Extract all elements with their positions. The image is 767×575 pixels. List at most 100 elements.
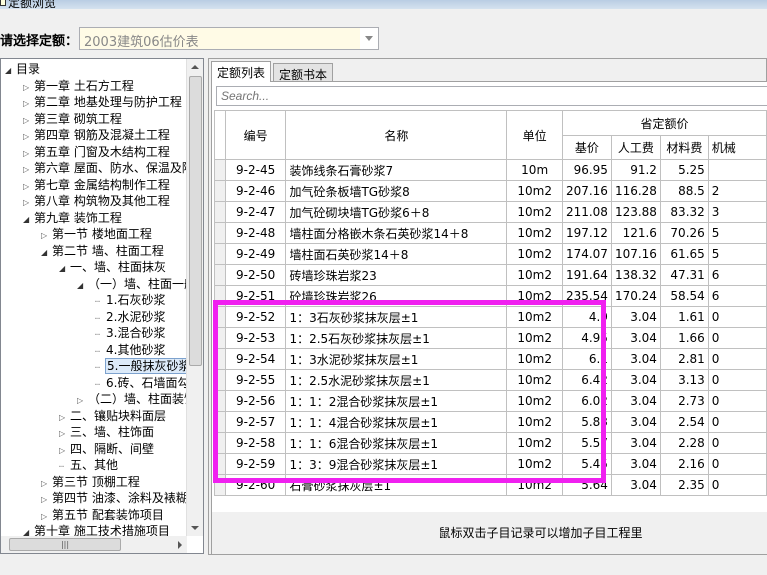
scroll-down-icon[interactable] (191, 526, 199, 530)
row-indicator[interactable] (214, 327, 226, 349)
expanded-triangle-icon[interactable]: ◢ (77, 278, 87, 294)
row-indicator[interactable] (214, 453, 226, 475)
tree-node[interactable]: ▷ 第五章 门窗及木结构工程 (23, 144, 171, 160)
tree-horizontal-scrollbar[interactable]: ||| (1, 536, 187, 553)
tree-node[interactable]: ▷ 第一节 楼地面工程 (41, 226, 153, 242)
tree-node[interactable]: ▷ 第四节 油漆、涂料及裱糊 (41, 490, 189, 506)
cell-labor: 3.04 (610, 327, 661, 349)
table-row[interactable]: 9-2-49 墙柱面石英砂浆14＋8 10m2 174.07 107.16 61.65 5 (214, 243, 767, 265)
chevron-down-icon[interactable] (365, 36, 373, 41)
tree-node[interactable]: ◢ 一、墙、柱面抹灰 (59, 259, 167, 275)
row-indicator[interactable] (214, 390, 226, 412)
tree-node[interactable]: ▷ 第三节 顶棚工程 (41, 474, 141, 490)
expanded-triangle-icon[interactable]: ◢ (5, 63, 15, 79)
cell-base: 5.83 (561, 411, 612, 433)
col-machine[interactable]: 机械 (707, 135, 767, 160)
cell-unit: 10m2 (506, 327, 563, 349)
table-row[interactable]: 9-2-53 1：2.5石灰砂浆抹灰层±1 10m2 4.95 3.04 1.66 0 (214, 327, 767, 349)
cell-code: 9-2-45 (224, 159, 287, 181)
expanded-triangle-icon[interactable]: ◢ (59, 261, 69, 277)
table-row[interactable]: 9-2-50 砖墙珍珠岩浆23 10m2 191.64 138.32 47.31 6 (214, 264, 767, 286)
tree-node[interactable]: ◢ 第九章 装饰工程 (23, 210, 123, 226)
tree-vertical-scrollbar[interactable] (186, 59, 203, 536)
tree-node[interactable]: ◢ 目录 (5, 61, 41, 77)
row-indicator[interactable] (214, 222, 226, 244)
tree-node[interactable]: ▷ 第五节 配套装饰项目 (41, 507, 165, 523)
scroll-right-icon[interactable] (178, 541, 182, 549)
tree-node[interactable]: ┈ 1.石灰砂浆 (95, 292, 166, 308)
cell-machine: 0 (707, 369, 767, 391)
tree-node[interactable]: ▷ 第八章 构筑物及其他工程 (23, 193, 171, 209)
expanded-triangle-icon[interactable]: ◢ (41, 245, 51, 261)
table-row[interactable]: 9-2-56 1：1：2混合砂浆抹灰层±1 10m2 6.02 3.04 2.73 0 (214, 390, 767, 412)
tree-node-label: 4.其他砂浆 (106, 342, 166, 357)
table-row[interactable]: 9-2-58 1：1：6混合砂浆抹灰层±1 10m2 5.57 3.04 2.28 0 (214, 432, 767, 454)
expanded-triangle-icon[interactable]: ◢ (23, 212, 33, 228)
table-row[interactable]: 9-2-57 1：1：4混合砂浆抹灰层±1 10m2 5.83 3.04 2.54 0 (214, 411, 767, 433)
tree-node[interactable]: ▷ 二、镶贴块料面层 (59, 408, 167, 424)
tree-node-label: 第三章 砌筑工程 (34, 111, 122, 126)
row-indicator[interactable] (214, 474, 226, 496)
tree-node[interactable]: ┈ 五、其他 (59, 457, 119, 473)
cell-machine: 0 (707, 306, 767, 328)
row-indicator[interactable] (214, 411, 226, 433)
quota-select[interactable]: 2003建筑06估价表 (79, 27, 379, 50)
tree-node[interactable]: ▷ 三、墙、柱饰面 (59, 424, 155, 440)
tree-node-label: 第七章 金属结构制作工程 (34, 177, 170, 192)
row-indicator[interactable] (214, 432, 226, 454)
cell-code: 9-2-51 (224, 285, 287, 307)
col-base[interactable]: 基价 (561, 135, 612, 160)
col-unit[interactable]: 单位 (506, 110, 563, 160)
cell-base: 211.08 (561, 201, 612, 223)
tree-node[interactable]: ▷ 第一章 土石方工程 (23, 78, 135, 94)
cell-machine: 0 (707, 411, 767, 433)
row-indicator[interactable] (214, 369, 226, 391)
tab-quota-list[interactable]: 定额列表 (211, 61, 272, 82)
col-labor[interactable]: 人工费 (610, 135, 661, 160)
tree-node[interactable]: ┈ 4.其他砂浆 (95, 342, 166, 358)
tree-node[interactable]: ▷ 四、隔断、间壁 (59, 441, 155, 457)
tree-node[interactable]: ▷ 第三章 砌筑工程 (23, 111, 123, 127)
tree-node[interactable]: ◢ 第二节 墙、柱面工程 (41, 243, 165, 259)
table-row[interactable]: 9-2-52 1：3石灰砂浆抹灰层±1 10m2 4.9 3.04 1.61 0 (214, 306, 767, 328)
table-row[interactable]: 9-2-48 墙柱面分格嵌木条石英砂浆14＋8 10m2 197.12 121.6 70.… (214, 222, 767, 244)
search-input[interactable] (216, 86, 767, 106)
tree-node[interactable]: ▷ （二）墙、柱面装饰 (77, 391, 197, 407)
scroll-thumb[interactable]: ||| (9, 538, 121, 551)
row-indicator[interactable] (214, 348, 226, 370)
scroll-up-icon[interactable] (191, 65, 199, 69)
tab-quota-book[interactable]: 定额书本 (273, 63, 334, 82)
row-indicator[interactable] (214, 201, 226, 223)
tree-node[interactable]: ┈ 3.混合砂浆 (95, 325, 166, 341)
scroll-thumb[interactable] (189, 76, 202, 366)
cell-unit: 10m2 (506, 432, 563, 454)
col-name[interactable]: 名称 (285, 110, 508, 160)
table-row[interactable]: 9-2-59 1：3：9混合砂浆抹灰层±1 10m2 5.45 3.04 2.16 0 (214, 453, 767, 475)
row-indicator[interactable] (214, 180, 226, 202)
table-row[interactable]: 9-2-47 加气砼砌块墙TG砂浆6＋8 10m2 211.08 123.88 83.32… (214, 201, 767, 223)
col-code[interactable]: 编号 (224, 110, 287, 160)
table-row[interactable]: 9-2-55 1：2.5水泥砂浆抹灰层±1 10m2 6.42 3.04 3.13 0 (214, 369, 767, 391)
tree-node[interactable]: ▷ 第六章 屋面、防水、保温及隔 (23, 160, 195, 176)
tree-node[interactable]: ▷ 第四章 钢筋及混凝土工程 (23, 127, 171, 143)
row-indicator[interactable] (214, 159, 226, 181)
col-material[interactable]: 材料费 (659, 135, 709, 160)
tree-node[interactable]: ┈ 2.水泥砂浆 (95, 309, 166, 325)
table-row[interactable]: 9-2-51 砼墙珍珠岩浆26 10m2 235.54 170.24 58.54 6 (214, 285, 767, 307)
row-indicator[interactable] (214, 285, 226, 307)
cell-base: 5.57 (561, 432, 612, 454)
row-indicator[interactable] (214, 243, 226, 265)
tree-node[interactable]: ▷ 第二章 地基处理与防护工程 (23, 94, 183, 110)
row-indicator[interactable] (214, 264, 226, 286)
cell-unit: 10m2 (506, 306, 563, 328)
table-row[interactable]: 9-2-60 石膏砂浆抹灰层±1 10m2 5.64 3.04 2.35 0 (214, 474, 767, 496)
table-row[interactable]: 9-2-46 加气砼条板墙TG砂浆8 10m2 207.16 116.28 88.5 2 (214, 180, 767, 202)
table-row[interactable]: 9-2-45 装饰线条石膏砂浆7 10m 96.95 91.2 5.25 (214, 159, 767, 181)
row-indicator[interactable] (214, 306, 226, 328)
tree-node[interactable]: ┈ 5.一般抹灰砂浆 (95, 358, 193, 374)
tree-node[interactable]: ▷ 第七章 金属结构制作工程 (23, 177, 171, 193)
cell-unit: 10m2 (506, 390, 563, 412)
cell-labor: 3.04 (610, 411, 661, 433)
tree-node[interactable]: ◢ （一）墙、柱面一般 (77, 276, 197, 292)
table-row[interactable]: 9-2-54 1：3水泥砂浆抹灰层±1 10m2 6.1 3.04 2.81 0 (214, 348, 767, 370)
